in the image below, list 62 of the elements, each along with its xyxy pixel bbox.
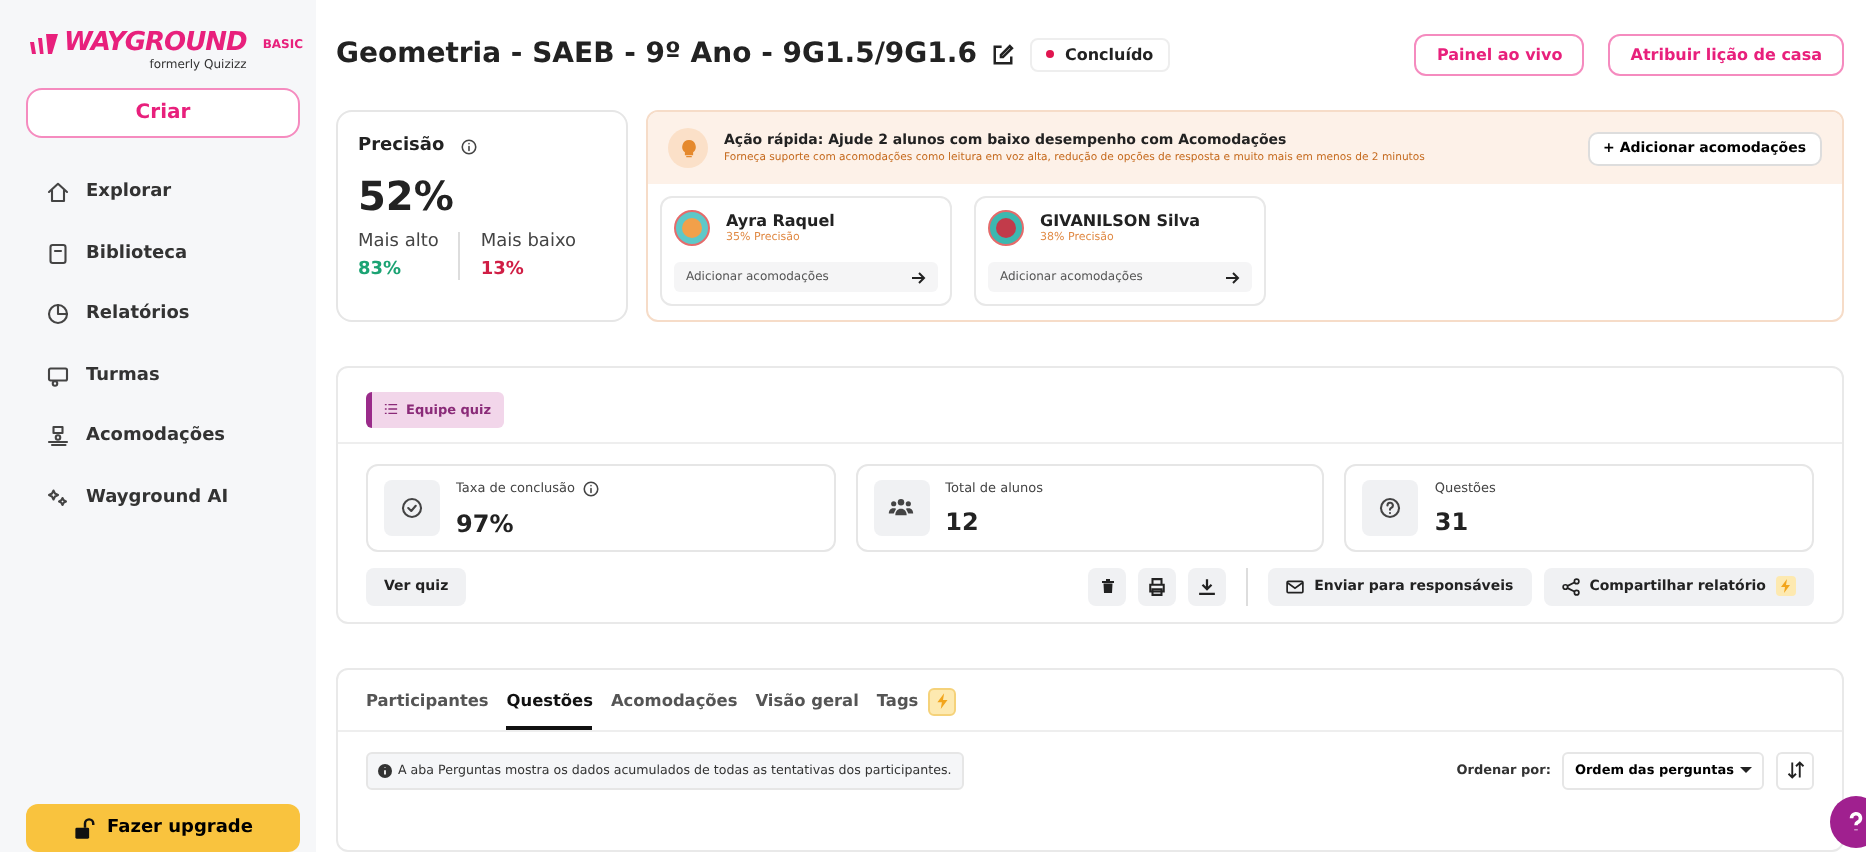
page-title: Geometria - SAEB - 9º Ano - 9G1.5/9G1.6 — [336, 38, 977, 70]
print-button[interactable] — [1138, 567, 1177, 605]
nav-link[interactable]: Turmas — [86, 365, 160, 386]
tab[interactable]: Acomodações — [610, 669, 738, 729]
sort-order-button[interactable] — [1776, 751, 1814, 789]
download-button[interactable] — [1188, 567, 1227, 605]
mail-icon — [1286, 577, 1305, 595]
student-name: GIVANILSON Silva — [1040, 212, 1201, 230]
arrow-right-icon — [1224, 269, 1240, 285]
edit-icon[interactable] — [992, 43, 1015, 65]
book-icon — [46, 241, 70, 266]
nav-link[interactable]: Acomodações — [86, 426, 226, 447]
stat-value: 97% — [456, 509, 516, 537]
check-circle-icon — [400, 495, 424, 519]
header-button[interactable]: Painel ao vivo — [1414, 33, 1585, 75]
sort-arrows-icon — [1785, 760, 1805, 780]
info-icon — [378, 763, 392, 777]
lowest-value: 13% — [480, 260, 526, 280]
logo-text: WAYGROUND — [30, 28, 247, 58]
info-icon — [460, 137, 479, 155]
tab[interactable]: Tags — [876, 669, 919, 729]
avatar-icon — [674, 210, 710, 246]
tab[interactable]: Questões — [506, 669, 593, 729]
tab[interactable]: Visão geral — [755, 669, 859, 729]
accuracy-value: 52% — [358, 172, 456, 220]
lowest-label: Mais baixo — [480, 232, 577, 252]
person-desk-icon — [46, 424, 70, 449]
create-button[interactable]: Criar — [26, 88, 300, 138]
arrow-right-icon — [910, 269, 926, 285]
question-icon — [1378, 495, 1403, 519]
student-name: Ayra Raquel — [726, 212, 835, 230]
header-button[interactable]: Atribuir lição de casa — [1608, 33, 1844, 75]
sparkle-icon — [46, 485, 70, 510]
caret-icon — [1740, 764, 1752, 776]
tab[interactable]: Participantes — [366, 669, 489, 729]
upgrade-button[interactable]: Fazer upgrade — [26, 804, 300, 852]
avatar-icon — [988, 210, 1024, 246]
list-icon — [384, 402, 398, 416]
highest-label: Mais alto — [358, 232, 439, 252]
stat-value: 31 — [1434, 507, 1471, 535]
delete-button[interactable] — [1088, 567, 1127, 605]
classroom-icon — [46, 363, 70, 388]
printer-icon — [1148, 577, 1167, 595]
trash-icon — [1099, 578, 1116, 594]
lightning-icon — [933, 692, 952, 710]
accuracy-label: Precisão — [358, 136, 445, 156]
status-badge: Concluído — [1030, 37, 1170, 71]
share-icon — [1561, 577, 1580, 595]
nav-link[interactable]: Relatórios — [86, 304, 190, 325]
nav-link[interactable]: Biblioteca — [86, 243, 188, 264]
group-icon — [888, 494, 915, 520]
download-icon — [1198, 577, 1217, 595]
stat-value: 12 — [945, 507, 981, 535]
lightbulb-icon — [677, 137, 699, 159]
logo-icon — [30, 33, 58, 53]
lightning-icon — [1778, 578, 1794, 594]
nav-link[interactable]: Wayground AI — [86, 487, 229, 508]
highest-value: 83% — [358, 260, 404, 280]
unlock-icon — [73, 817, 96, 839]
pie-chart-icon — [46, 302, 70, 327]
home-icon — [46, 180, 70, 205]
nav-link[interactable]: Explorar — [86, 182, 172, 203]
